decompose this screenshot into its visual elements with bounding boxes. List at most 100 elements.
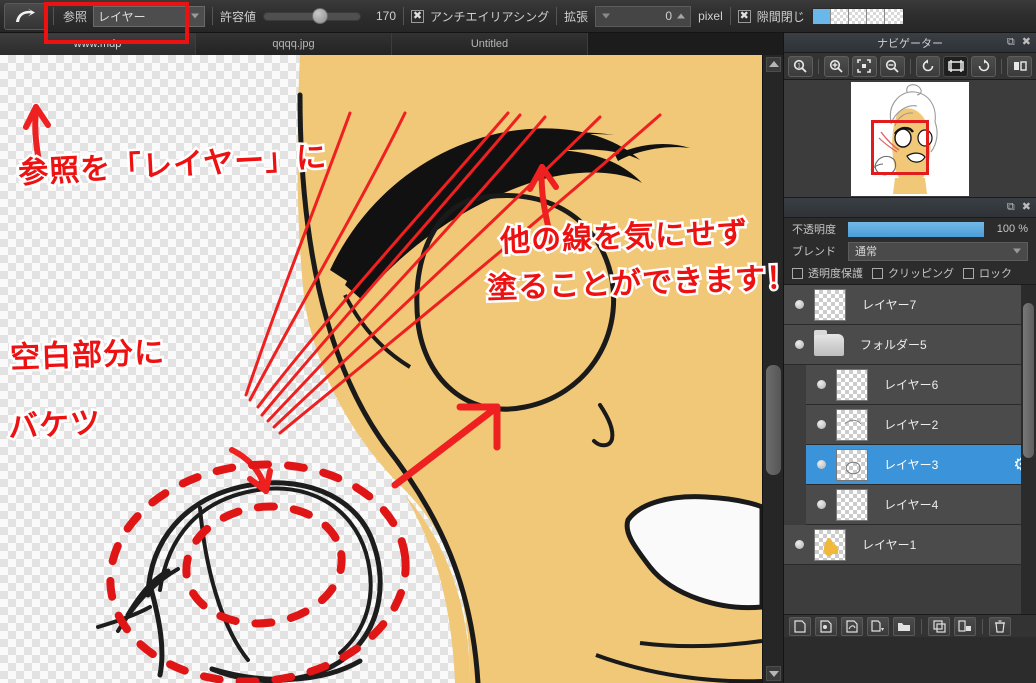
gapclose-segment-3[interactable]	[848, 8, 867, 24]
canvas-vertical-scrollbar[interactable]	[762, 55, 783, 683]
chevron-up-icon	[677, 13, 686, 19]
layer-thumbnail	[836, 448, 868, 481]
tab-bar-filler	[588, 33, 783, 55]
gapclose-checkbox[interactable]: ✖	[737, 9, 751, 23]
fit-screen-button[interactable]	[851, 55, 877, 77]
opacity-slider-fill	[848, 221, 984, 237]
table-row[interactable]: レイヤー2	[806, 405, 1036, 445]
gapclose-segment-1[interactable]	[812, 8, 831, 24]
layer-thumbnail-content	[824, 537, 839, 556]
layer-thumbnail	[814, 528, 846, 561]
layer-visibility-toggle[interactable]	[806, 500, 836, 509]
scroll-up-button[interactable]	[766, 57, 781, 72]
new-folder-button[interactable]	[893, 616, 915, 636]
layer-list[interactable]: レイヤー7 フォルダー5 レイヤー6 レイヤー2 レイヤー3 レイヤー4 レイヤ…	[784, 284, 1036, 614]
opacity-label: 不透明度	[792, 224, 836, 236]
layer-name: レイヤー2	[884, 418, 939, 432]
opacity-slider[interactable]	[848, 221, 984, 237]
flip-horizontal-button[interactable]	[1007, 55, 1032, 77]
gapclose-segment-2[interactable]	[830, 8, 849, 24]
clipping-label: クリッピング	[888, 268, 954, 280]
navigator-preview[interactable]	[784, 80, 1036, 198]
float-window-icon[interactable]: ⧉	[1007, 36, 1015, 48]
new-layer-options-button[interactable]	[867, 616, 889, 636]
new-vector-layer-button[interactable]	[841, 616, 863, 636]
rotate-right-button[interactable]	[971, 55, 997, 77]
lock-alpha-label: 透明度保護	[808, 268, 863, 280]
layer-visibility-toggle[interactable]	[784, 540, 814, 549]
tolerance-slider-handle[interactable]	[311, 8, 328, 24]
lock-checkbox[interactable]	[963, 267, 974, 279]
canvas-area[interactable]	[0, 55, 783, 683]
canvas-artwork[interactable]	[0, 55, 762, 683]
table-row[interactable]: レイヤー4	[806, 485, 1036, 525]
layer-name: フォルダー5	[860, 338, 927, 352]
table-row[interactable]: レイヤー7	[784, 285, 1036, 325]
merge-layer-button[interactable]	[954, 616, 976, 636]
gapclose-segment-4[interactable]	[866, 8, 885, 24]
clipping-checkbox[interactable]	[872, 267, 883, 279]
rotate-left-button[interactable]	[915, 55, 941, 77]
navigator-thumbnail[interactable]	[851, 81, 969, 196]
tab-www-mdp[interactable]: www.mdp	[0, 33, 196, 55]
layer-thumbnail	[836, 368, 868, 401]
reset-rotation-button[interactable]	[943, 55, 969, 77]
layer-thumbnail	[836, 408, 868, 441]
layer-panel-toolbar	[784, 614, 1036, 637]
layer-visibility-toggle[interactable]	[806, 460, 836, 469]
close-icon[interactable]: ✖	[1022, 36, 1031, 48]
table-row[interactable]: レイヤー6	[806, 365, 1036, 405]
blend-mode-dropdown[interactable]: 通常	[848, 241, 1028, 261]
layer-visibility-toggle[interactable]	[806, 380, 836, 389]
table-row[interactable]: レイヤー1	[784, 525, 1036, 565]
table-row[interactable]: レイヤー3 ⚙	[806, 445, 1036, 485]
expand-label: 拡張	[564, 9, 589, 24]
layer-visibility-toggle[interactable]	[784, 300, 814, 309]
zoom-out-button[interactable]	[879, 55, 905, 77]
layer-visibility-toggle[interactable]	[806, 420, 836, 429]
duplicate-icon	[932, 619, 946, 633]
delete-layer-button[interactable]	[989, 616, 1011, 636]
new-vector-layer-icon	[846, 619, 858, 633]
toolbar-separator	[53, 7, 54, 25]
close-icon[interactable]: ✖	[1022, 201, 1031, 213]
lock-alpha-checkbox[interactable]	[792, 267, 803, 279]
new-raster-layer-button[interactable]	[815, 616, 837, 636]
eye-icon	[816, 500, 826, 509]
lock-label: ロック	[979, 268, 1012, 280]
reset-rotation-icon	[948, 60, 964, 72]
layer-name: レイヤー6	[884, 378, 939, 392]
redo-button[interactable]	[4, 2, 46, 30]
tab-untitled[interactable]: Untitled	[392, 33, 588, 55]
artwork-drawing	[23, 55, 762, 683]
zoom-in-button[interactable]	[823, 55, 849, 77]
float-window-icon[interactable]: ⧉	[1007, 201, 1015, 213]
antialias-checkbox[interactable]: ✖	[411, 9, 425, 23]
layer-list-scrollbar[interactable]	[1021, 285, 1036, 614]
gapclose-segment-5[interactable]	[884, 8, 903, 24]
expand-value: 0	[665, 9, 673, 23]
navigator-title-text: ナビゲーター	[877, 37, 943, 50]
tolerance-value: 170	[376, 9, 397, 23]
tab-qqqq-jpg[interactable]: qqqq.jpg	[196, 33, 392, 55]
blend-label: ブレンド	[792, 246, 836, 258]
zoom-actual-button[interactable]: 1	[788, 55, 813, 77]
duplicate-layer-button[interactable]	[928, 616, 950, 636]
expand-spinner[interactable]: 0	[595, 5, 692, 27]
layer-toolbar-separator	[921, 618, 922, 634]
scroll-down-button[interactable]	[766, 666, 781, 681]
navigator-viewport-rect[interactable]	[871, 119, 929, 175]
canvas-scrollbar-thumb[interactable]	[766, 365, 781, 475]
nav-separator	[909, 58, 911, 74]
rotate-right-icon	[978, 59, 989, 72]
tolerance-slider[interactable]	[263, 8, 362, 24]
flip-horizontal-icon	[1013, 61, 1027, 71]
layer-list-scrollbar-thumb[interactable]	[1023, 303, 1034, 458]
eye-icon	[816, 460, 826, 469]
gapclose-strength-selector[interactable]	[811, 7, 904, 25]
reference-dropdown[interactable]: レイヤー	[93, 5, 206, 27]
layer-visibility-toggle[interactable]	[784, 340, 814, 349]
new-layer-button[interactable]	[789, 616, 811, 636]
table-row[interactable]: フォルダー5	[784, 325, 1036, 365]
drawing-app-window: 参照 レイヤー 許容値 170 ✖ アンチエイリアシング 拡張 0 pixel …	[0, 0, 1036, 683]
